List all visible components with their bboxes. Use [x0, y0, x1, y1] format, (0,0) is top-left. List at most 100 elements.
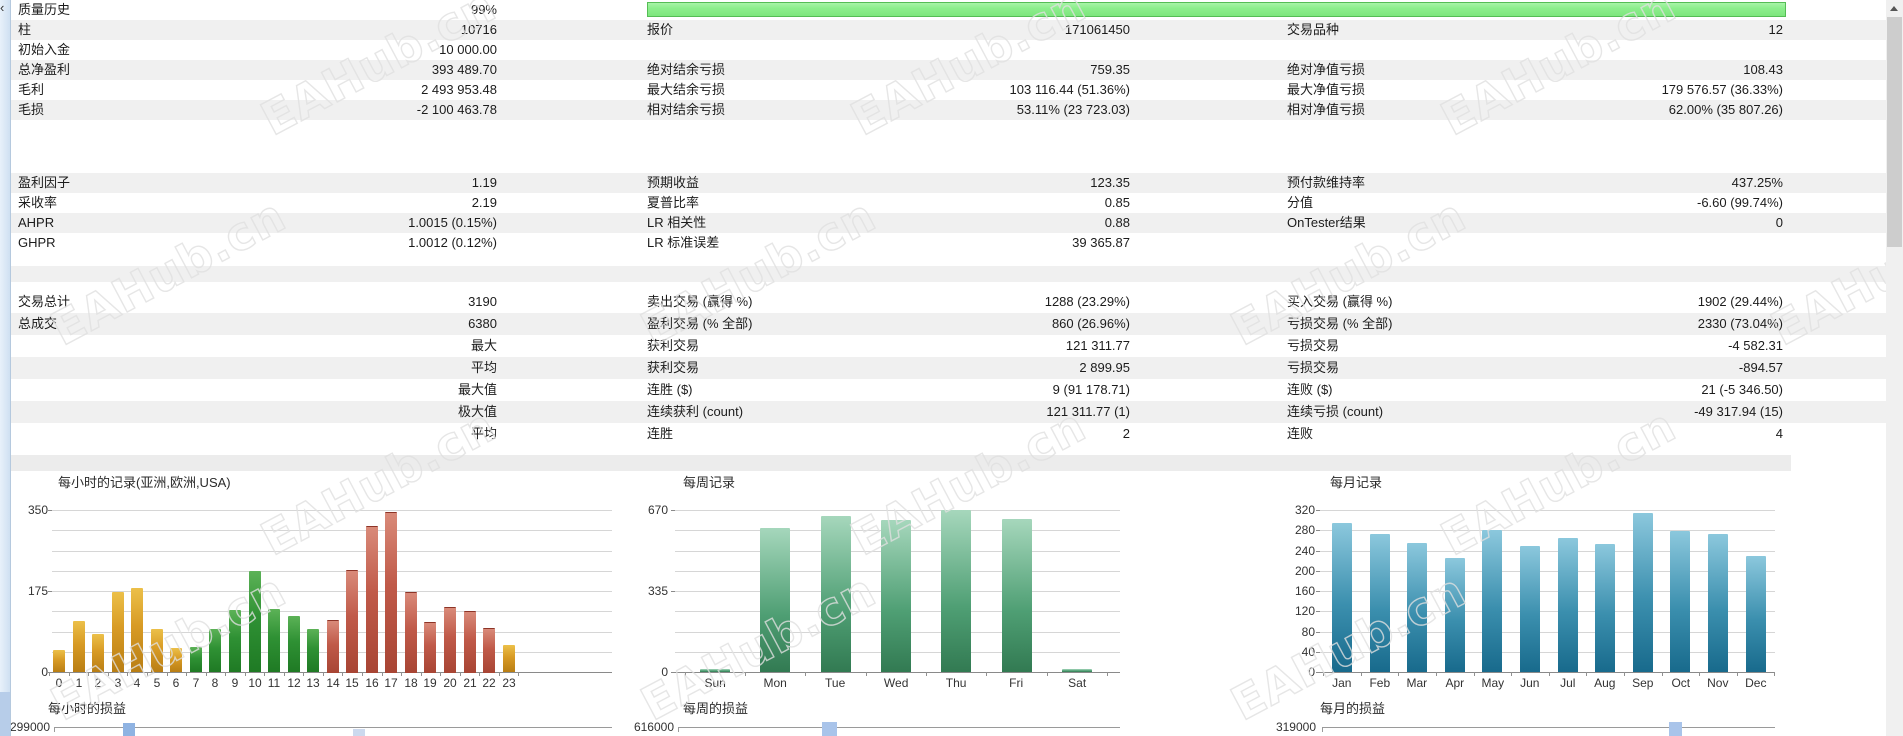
vertical-scrollbar[interactable] [1886, 0, 1903, 736]
row-label: 柱 [18, 22, 32, 37]
row-value: 179 576.57 (36.33%) [1661, 82, 1783, 97]
scrollbar-thumb[interactable] [1887, 17, 1902, 247]
y-axis-label: 335 [647, 584, 668, 598]
row-label: 相对结余亏损 [647, 102, 726, 117]
table-row: 交易总计 3190 卖出交易 (赢得 %) 1288 (23.29%) 买入交易 (赢得… [10, 291, 1886, 313]
y-tick [1316, 672, 1320, 673]
row-label: GHPR [18, 235, 56, 250]
row-value: 2330 (73.04%) [1697, 316, 1783, 331]
left-panel-edge[interactable]: ‹ [0, 0, 11, 736]
gridline [52, 530, 612, 531]
chart-bar [760, 528, 790, 672]
x-tick [88, 672, 89, 676]
table-row: GHPR 1.0012 (0.12%) LR 标准误差 39 365.87 [10, 233, 1886, 253]
table-row: 总净盈利 393 489.70 绝对结余亏损 759.35 绝对净值亏损 108.43 [10, 60, 1886, 80]
row-gap [497, 357, 647, 379]
stats-table: 质量历史 99% 柱 10716 报价 171061450 交易品种 12 初始入金 10 000… [10, 0, 1886, 445]
row-label: 亏损交易 [1287, 360, 1340, 375]
y-tick [671, 591, 675, 592]
y-axis-label: 175 [27, 584, 48, 598]
row-gap [497, 193, 647, 213]
row-value: 0.88 [1104, 215, 1130, 230]
row-gap [497, 20, 647, 40]
x-tick [1511, 672, 1512, 676]
x-axis-label: Feb [1369, 676, 1391, 690]
row-value: 2 899.95 [1079, 360, 1130, 375]
row-value: 最大值 [457, 382, 497, 397]
x-axis-label: Sep [1632, 676, 1654, 690]
y-tick [48, 591, 52, 592]
row-value: 平均 [470, 360, 497, 375]
row-label: 卖出交易 (赢得 %) [647, 294, 753, 309]
table-row: 极大值 连续获利 (count) 121 311.77 (1) 连续亏损 (count… [10, 401, 1886, 423]
axis-line [54, 727, 612, 728]
chart-bar [822, 722, 837, 736]
table-row: 毛利 2 493 953.48 最大结余亏损 103 116.44 (51.36%) 最… [10, 80, 1886, 100]
row-value: 1902 (29.44%) [1697, 294, 1783, 309]
x-tick [1737, 672, 1738, 676]
y-axis-label: 80 [1301, 625, 1315, 639]
row-gap [1130, 173, 1287, 193]
chart-bar [1746, 556, 1766, 672]
row-value: 21 (-5 346.50) [1701, 382, 1783, 397]
x-axis-label: Nov [1707, 676, 1729, 690]
row-gap [497, 379, 647, 401]
y-axis-label: 0 [1308, 665, 1315, 679]
y-tick [671, 672, 675, 673]
row-label [10, 335, 248, 357]
row-label [1287, 233, 1500, 253]
row-value: 4 [1775, 426, 1783, 441]
x-tick [245, 672, 246, 676]
row-value [900, 40, 1130, 60]
row-value: 1288 (23.29%) [1044, 294, 1130, 309]
y-axis-label: 616000 [633, 720, 674, 734]
row-label: 分值 [1287, 195, 1314, 210]
x-tick [167, 672, 168, 676]
row-label: 连败 ($) [1287, 382, 1333, 397]
table-spacer [10, 120, 1886, 173]
row-label: 亏损交易 [1287, 338, 1340, 353]
separator-band [10, 455, 1791, 471]
x-tick [421, 672, 422, 676]
row-label: 相对净值亏损 [1287, 102, 1366, 117]
table-row: 柱 10716 报价 171061450 交易品种 12 [10, 20, 1886, 40]
row-label: 连续获利 (count) [647, 404, 744, 419]
row-label: AHPR [18, 215, 55, 230]
row-value: 2 493 953.48 [421, 82, 497, 97]
chart-bar [1062, 669, 1092, 672]
y-axis-label: 240 [1294, 544, 1315, 558]
row-label [10, 357, 248, 379]
row-value: -2 100 463.78 [416, 102, 497, 117]
chart-bar [1370, 534, 1390, 672]
row-label: 获利交易 [647, 360, 700, 375]
x-axis-label: Thu [945, 676, 967, 690]
x-tick [1107, 672, 1108, 676]
row-label: 采收率 [18, 195, 58, 210]
table-row: 平均 获利交易 2 899.95 亏损交易 -894.57 [10, 357, 1886, 379]
row-gap [1130, 357, 1287, 379]
report-content: 质量历史 99% 柱 10716 报价 171061450 交易品种 12 初始入金 10 000… [10, 0, 1886, 736]
chart-bar [483, 628, 495, 673]
row-label: 绝对净值亏损 [1287, 62, 1366, 77]
table-row: 质量历史 99% [10, 0, 1886, 20]
x-tick [1699, 672, 1700, 676]
x-tick [342, 672, 343, 676]
gridline [1320, 530, 1775, 531]
x-axis-label: Dec [1745, 676, 1767, 690]
row-label: 预期收益 [647, 175, 700, 190]
y-axis-label: 319000 [1275, 720, 1316, 734]
chevron-left-icon[interactable]: ‹ [0, 1, 4, 15]
x-tick [284, 672, 285, 676]
row-label: 总成交 [18, 316, 58, 331]
x-axis-label: Fri [1009, 676, 1024, 690]
row-label: 总净盈利 [18, 62, 71, 77]
chart-bar [170, 648, 182, 672]
y-tick [1316, 551, 1320, 552]
x-axis-label: Mon [763, 676, 787, 690]
left-edge-bottom-block [0, 692, 10, 736]
row-label: 亏损交易 (% 全部) [1287, 316, 1393, 331]
row-value: -894.57 [1738, 360, 1783, 375]
scrollbar-up-button[interactable] [1886, 0, 1903, 17]
row-label [10, 401, 248, 423]
chart-bar [209, 629, 221, 672]
